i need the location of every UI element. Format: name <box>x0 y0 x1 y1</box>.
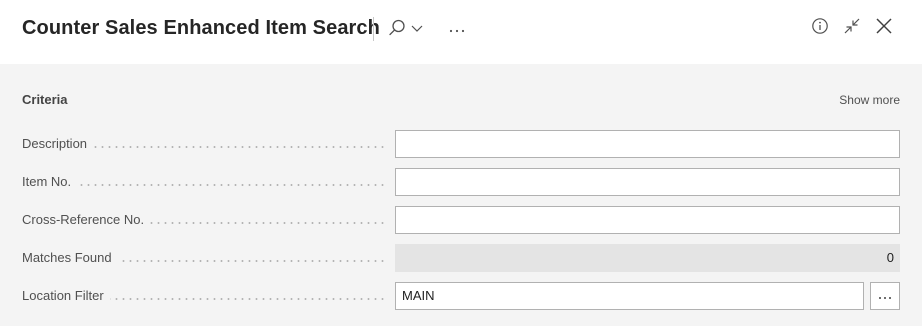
info-button[interactable] <box>807 15 833 41</box>
collapse-button[interactable] <box>839 15 865 41</box>
location-lookup-button[interactable] <box>870 282 900 310</box>
search-icon <box>387 18 407 43</box>
section-title-criteria: Criteria <box>22 92 68 107</box>
matches-found-label: Matches Found <box>22 244 118 272</box>
criteria-section: Criteria Show more Description Item No. … <box>0 64 922 326</box>
matches-found-value: 0 <box>395 244 900 272</box>
cross-reference-no-input[interactable] <box>395 206 900 234</box>
ellipsis-icon <box>448 21 466 39</box>
location-filter-label: Location Filter <box>22 282 110 310</box>
close-button[interactable] <box>871 15 897 41</box>
location-filter-input[interactable]: MAIN <box>395 282 864 310</box>
field-row-location-filter: Location Filter MAIN <box>22 282 900 310</box>
item-no-input[interactable] <box>395 168 900 196</box>
field-row-cross-reference-no: Cross-Reference No. <box>22 206 900 234</box>
collapse-icon <box>842 16 862 41</box>
show-more-link[interactable]: Show more <box>839 93 900 107</box>
description-input[interactable] <box>395 130 900 158</box>
chevron-down-icon <box>411 21 423 39</box>
page-header: Counter Sales Enhanced Item Search <box>0 0 922 64</box>
cross-reference-no-label: Cross-Reference No. <box>22 206 151 234</box>
field-row-matches-found: Matches Found 0 <box>22 244 900 272</box>
search-button[interactable] <box>384 16 426 44</box>
page-title: Counter Sales Enhanced Item Search <box>22 17 380 39</box>
more-options-button[interactable] <box>444 16 470 44</box>
field-row-item-no: Item No. <box>22 168 900 196</box>
description-label: Description <box>22 130 94 158</box>
info-icon <box>811 17 829 40</box>
field-row-description: Description <box>22 130 900 158</box>
close-icon <box>874 16 894 41</box>
item-no-label: Item No. <box>22 168 78 196</box>
header-divider <box>373 17 374 41</box>
ellipsis-icon <box>877 289 893 304</box>
